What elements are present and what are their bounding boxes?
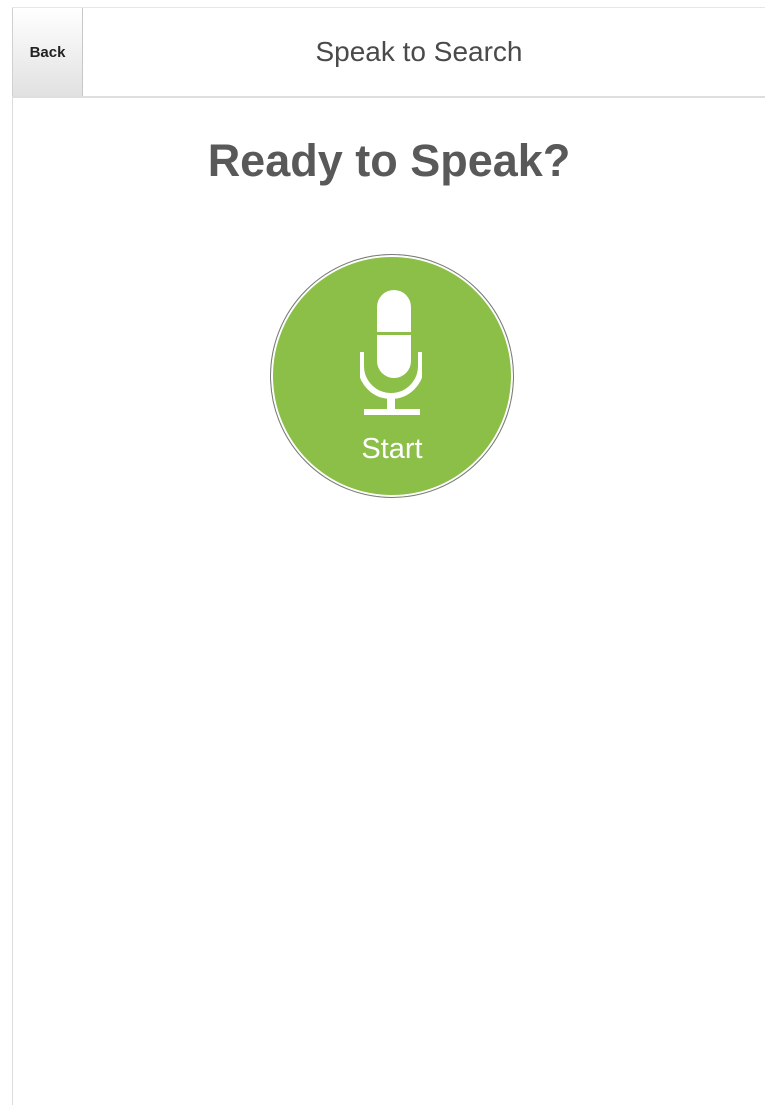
start-speaking-button[interactable]: Start <box>270 254 514 498</box>
back-button[interactable]: Back <box>12 8 83 96</box>
page-title: Speak to Search <box>315 36 523 67</box>
start-label: Start <box>361 433 423 465</box>
microphone-icon <box>360 290 422 415</box>
app-screen: Back Speak to Search Ready to Speak? Sta… <box>0 0 765 1105</box>
ready-heading: Ready to Speak? <box>207 135 571 186</box>
navigation-bar: Back Speak to Search <box>12 8 765 98</box>
